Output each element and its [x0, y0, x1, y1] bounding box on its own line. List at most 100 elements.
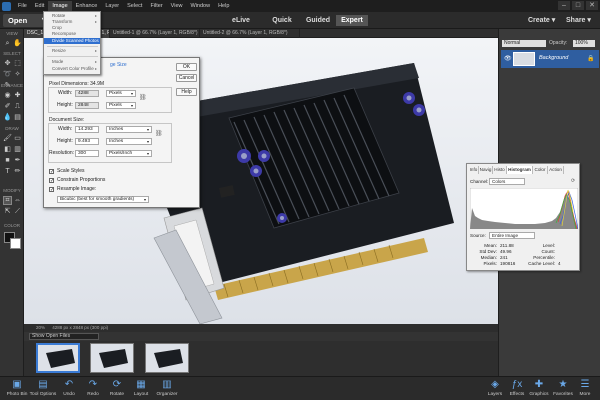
smart-brush-icon[interactable]: ✐ — [3, 102, 12, 111]
type-icon[interactable]: T — [3, 167, 12, 176]
menu-image[interactable]: Image — [48, 1, 72, 11]
photo-bin-source-select[interactable]: Show Open Files — [29, 333, 99, 340]
hand-icon[interactable]: ✋ — [13, 39, 22, 48]
tab-actions[interactable]: Action — [548, 166, 564, 174]
resolution-field[interactable]: 300 — [75, 150, 99, 157]
menu-edit[interactable]: Edit — [31, 1, 48, 11]
menu-item-mode[interactable]: Mode — [52, 59, 63, 65]
histogram-panel: Info Navig Histo Histogram Color Action … — [466, 163, 580, 271]
section-color: COLOR — [3, 223, 20, 228]
stat-level-label: Level: — [542, 243, 555, 248]
scale-styles-checkbox[interactable]: ✓ — [49, 169, 54, 175]
mode-guided[interactable]: Guided — [302, 15, 334, 26]
eraser-icon[interactable]: ▭ — [13, 134, 22, 143]
maximize-button[interactable]: □ — [572, 1, 584, 10]
resample-method-select[interactable]: Bicubic (best for smooth gradients) — [57, 196, 149, 203]
section-modify: MODIFY — [3, 188, 21, 193]
layer-row-background[interactable]: 👁 Background 🔒 — [501, 50, 599, 68]
mode-expert[interactable]: Expert — [336, 15, 368, 26]
cancel-button[interactable]: Cancel — [176, 74, 197, 82]
learn-more-link[interactable]: ge Size — [110, 62, 127, 68]
share-button[interactable]: Share ▾ — [566, 15, 591, 26]
menu-select[interactable]: Select — [123, 1, 146, 11]
menu-filter[interactable]: Filter — [146, 1, 166, 11]
menu-layer[interactable]: Layer — [101, 1, 123, 11]
move-icon[interactable]: ✥ — [3, 59, 12, 68]
eye-icon[interactable]: 👁 — [504, 55, 512, 62]
menu-view[interactable]: View — [167, 1, 187, 11]
recompose-icon[interactable]: ⇔ — [13, 196, 22, 205]
shape-icon[interactable]: ■ — [3, 156, 12, 165]
menu-window[interactable]: Window — [187, 1, 215, 11]
bottom-bar: ▣ Photo Bin ▤ Tool Options ↶ Undo ↷ Redo ⟳ Ro… — [0, 376, 600, 400]
stat-count-label: Count: — [541, 249, 555, 254]
blend-mode-select[interactable]: Normal — [502, 40, 546, 47]
tab-color[interactable]: Color — [533, 166, 548, 174]
zoom-level[interactable]: 20% — [24, 325, 45, 330]
tab-histogram[interactable]: Histogram — [507, 166, 533, 174]
share-label: Share — [566, 17, 586, 24]
brush-icon[interactable]: 🖌 — [3, 134, 12, 143]
source-select[interactable]: Entire Image — [489, 232, 535, 239]
tab-info[interactable]: Info — [469, 166, 479, 174]
ok-button[interactable]: OK — [176, 63, 197, 71]
doc-height-unit-select[interactable]: Inches — [106, 138, 152, 145]
magic-wand-icon[interactable]: ✧ — [13, 70, 22, 79]
tab-document-2[interactable]: Untitled-1 @ 66.7% (Layer 1, RGB/8*) — [110, 29, 200, 38]
more-button[interactable]: ☰ More — [570, 378, 600, 398]
channel-select[interactable]: Colors — [489, 178, 525, 185]
link-chain-icon: ⛓ — [155, 131, 163, 137]
menu-item-recompose[interactable]: Recompose — [52, 31, 76, 37]
blur-icon[interactable]: 💧 — [3, 113, 12, 122]
sponge-icon[interactable]: ▤ — [13, 113, 22, 122]
straighten-icon[interactable]: ⟋ — [13, 207, 22, 216]
constrain-proportions-checkbox[interactable]: ✓ — [49, 178, 54, 184]
create-button[interactable]: Create ▾ — [528, 15, 555, 26]
photo-bin-thumbnail[interactable] — [90, 343, 134, 373]
menu-file[interactable]: File — [14, 1, 31, 11]
opacity-input[interactable]: 100% — [573, 40, 595, 47]
section-enhance: ENHANCE — [0, 83, 23, 88]
lasso-icon[interactable]: ➰ — [3, 70, 12, 79]
pencil-icon[interactable]: ✏ — [13, 167, 22, 176]
tab-history[interactable]: Histo — [493, 166, 507, 174]
photo-bin-thumbnail[interactable] — [145, 343, 189, 373]
content-aware-move-icon[interactable]: ⇱ — [3, 207, 12, 216]
close-button[interactable]: ✕ — [586, 1, 598, 10]
chevron-down-icon: ▾ — [587, 17, 591, 24]
menu-item-resize[interactable]: Resize — [52, 48, 66, 54]
document-info[interactable]: 4288 px x 2848 px (300 ppi) — [46, 325, 108, 330]
doc-width-unit-select[interactable]: Inches — [106, 126, 152, 133]
pixel-width-field: 4288 — [75, 90, 99, 97]
eye-icon[interactable]: ◉ — [3, 91, 12, 100]
resample-image-checkbox[interactable]: ✓ — [49, 187, 54, 193]
menu-enhance[interactable]: Enhance — [72, 1, 102, 11]
zoom-icon[interactable]: ⌕ — [3, 39, 12, 48]
thumbnail-image — [38, 345, 78, 371]
mode-quick[interactable]: Quick — [268, 15, 296, 26]
doc-width-field[interactable]: 14.293 — [75, 126, 99, 133]
resolution-unit-select[interactable]: Pixels/Inch — [106, 150, 152, 157]
menu-item-divide-scanned-photos[interactable]: Divide Scanned Photos — [44, 38, 100, 44]
refresh-icon[interactable]: ⟳ — [571, 178, 575, 184]
clone-stamp-icon[interactable]: ⎍ — [13, 102, 22, 111]
tab-navigator[interactable]: Navig — [479, 166, 493, 174]
spot-healing-icon[interactable]: ✚ — [13, 91, 22, 100]
organizer-button[interactable]: ▥ Organizer — [152, 378, 182, 398]
photo-bin-thumbnail[interactable] — [36, 343, 80, 373]
paint-bucket-icon[interactable]: ◧ — [3, 145, 12, 154]
crop-icon[interactable]: ⌗ — [3, 196, 12, 205]
doc-height-field[interactable]: 9.493 — [75, 138, 99, 145]
menu-help[interactable]: Help — [214, 1, 233, 11]
tab-document-3[interactable]: Untitled-2 @ 66.7% (Layer 1, RGB/8*) — [200, 29, 300, 38]
stat-stddev-label: Std Dev: — [479, 249, 497, 254]
background-color-swatch[interactable] — [10, 238, 21, 249]
mode-elive[interactable]: eLive — [229, 15, 253, 26]
eyedropper-icon[interactable]: ✒ — [13, 156, 22, 165]
help-button[interactable]: Help — [176, 88, 197, 96]
minimize-button[interactable]: – — [558, 1, 570, 10]
marquee-icon[interactable]: ⬚ — [13, 59, 22, 68]
gradient-icon[interactable]: ▥ — [13, 145, 22, 154]
menu-item-convert-color-profile[interactable]: Convert Color Profile — [52, 66, 94, 72]
pixel-width-label: Width: — [58, 90, 73, 96]
